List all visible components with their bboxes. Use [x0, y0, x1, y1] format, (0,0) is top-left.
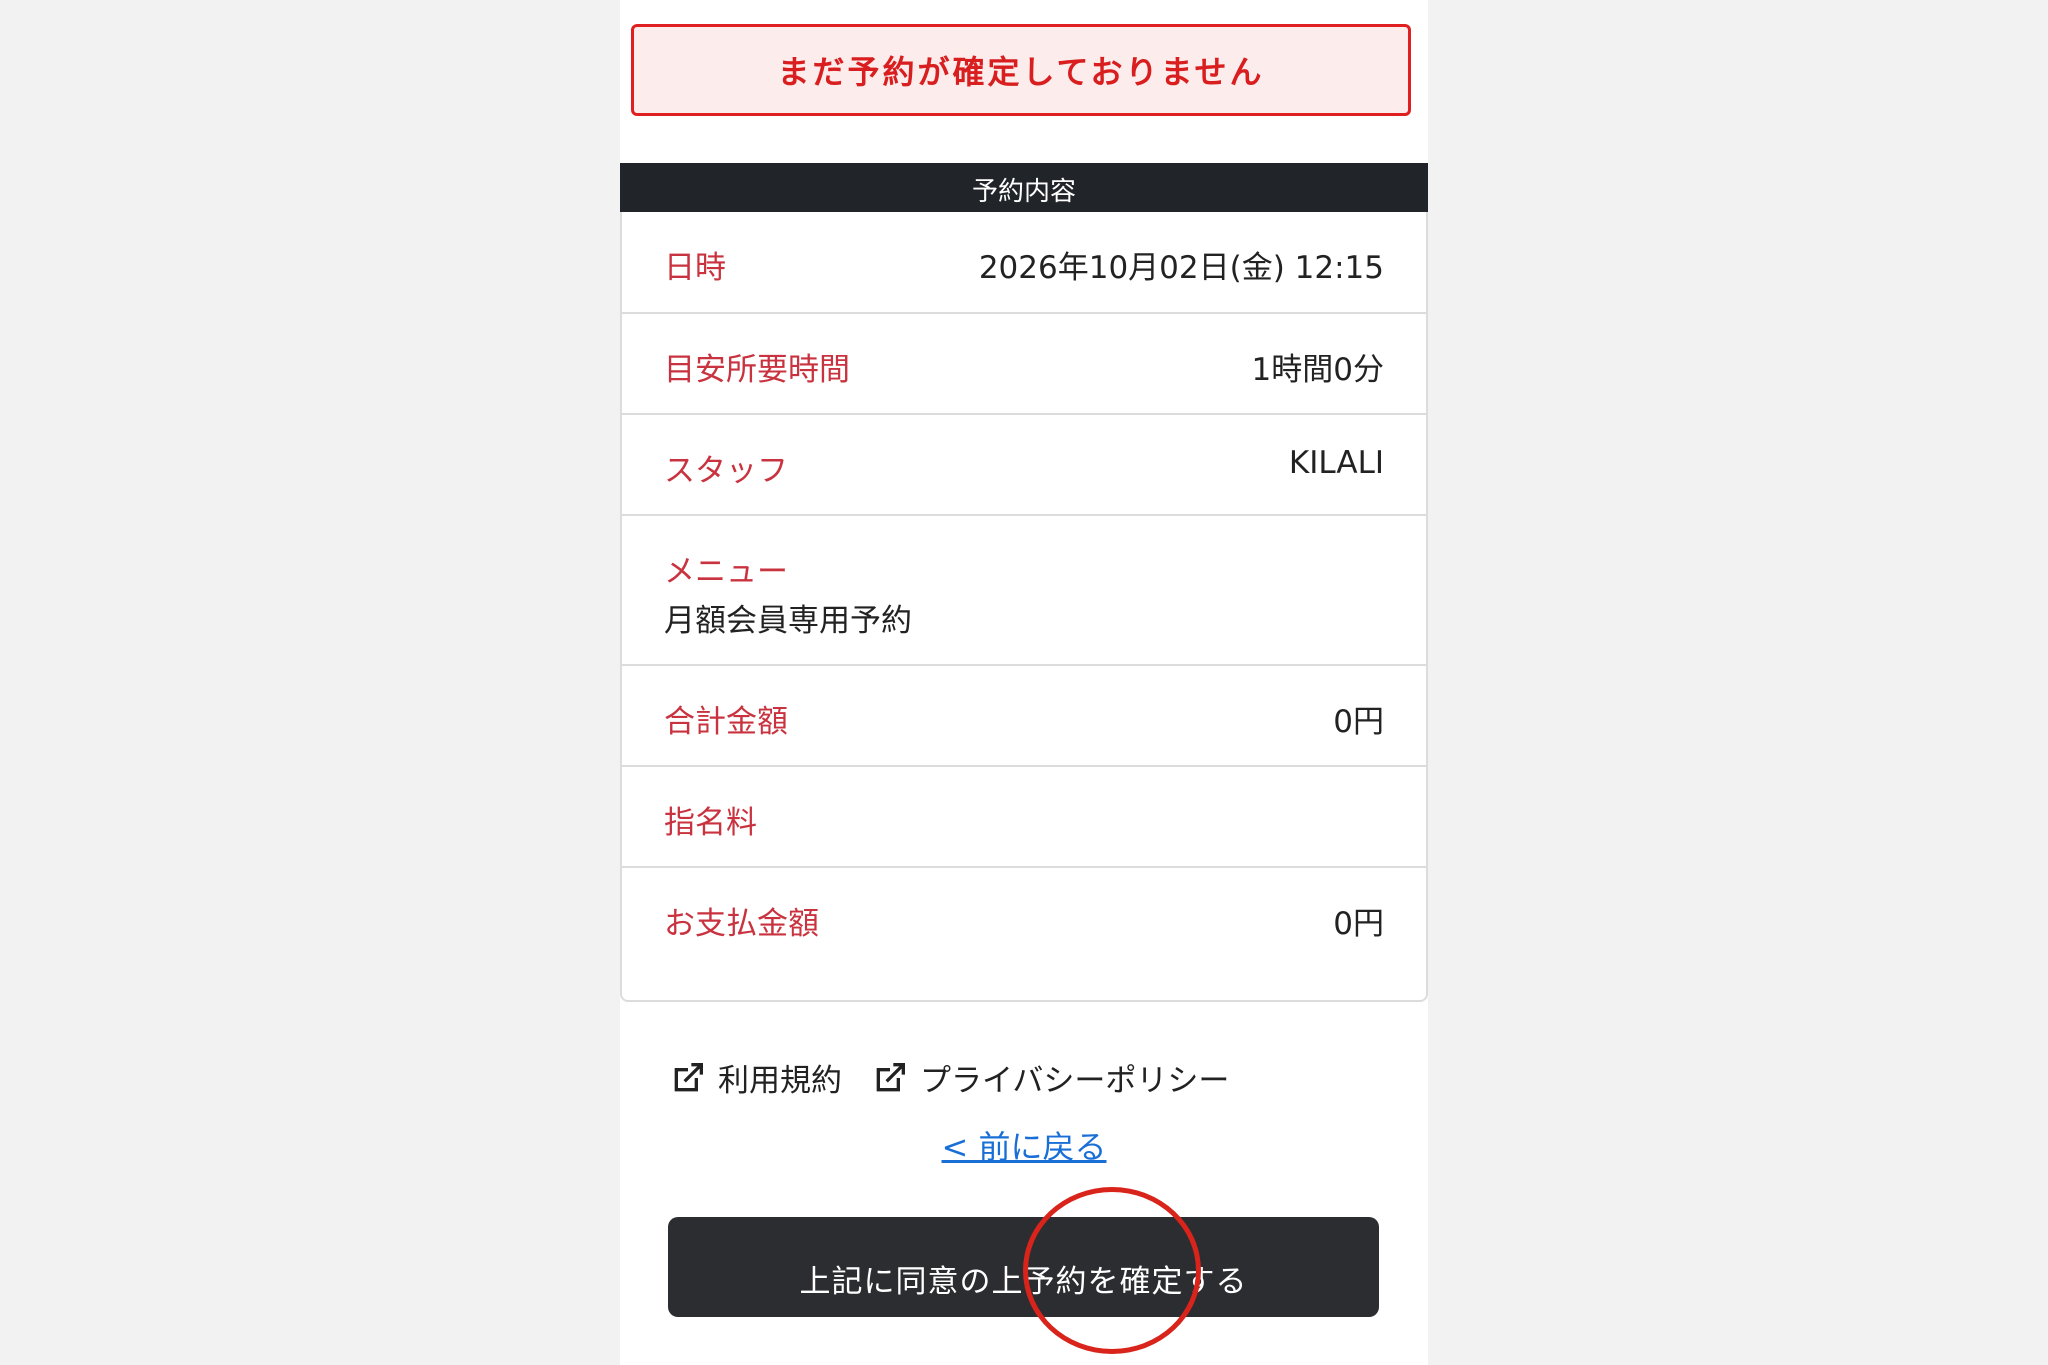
unconfirmed-alert: まだ予約が確定しておりません [631, 24, 1411, 116]
detail-row-payment: お支払金額 0円 [622, 868, 1426, 998]
reservation-page: まだ予約が確定しておりません 予約内容 日時 2026年10月02日(金) 12… [620, 0, 1428, 1365]
nomination-label: 指名料 [664, 805, 757, 841]
datetime-label: 日時 [664, 250, 726, 286]
external-link-icon [674, 1062, 703, 1091]
detail-row-staff: スタッフ KILALI [622, 415, 1426, 516]
total-value: 0円 [1333, 704, 1384, 740]
policy-links: 利用規約 プライバシーポリシー [668, 1055, 1257, 1100]
privacy-link[interactable]: プライバシーポリシー [870, 1055, 1229, 1100]
menu-label: メニュー [664, 554, 788, 590]
confirm-button-label: 上記に同意の上予約を確定する [799, 1263, 1248, 1300]
staff-value: KILALI [1288, 445, 1384, 481]
external-link-icon [876, 1062, 905, 1091]
detail-row-nomination: 指名料 [622, 767, 1426, 868]
confirm-reservation-button[interactable]: 上記に同意の上予約を確定する [668, 1217, 1379, 1317]
payment-label: お支払金額 [664, 906, 819, 942]
detail-row-total: 合計金額 0円 [622, 666, 1426, 767]
detail-row-duration: 目安所要時間 1時間0分 [622, 314, 1426, 415]
privacy-link-label: プライバシーポリシー [920, 1063, 1230, 1099]
staff-label: スタッフ [664, 453, 788, 489]
alert-text: まだ予約が確定しておりません [777, 53, 1265, 91]
terms-link[interactable]: 利用規約 [668, 1055, 842, 1100]
payment-value: 0円 [1333, 906, 1384, 942]
menu-value: 月額会員専用予約 [664, 603, 912, 639]
terms-link-label: 利用規約 [718, 1063, 842, 1099]
datetime-value: 2026年10月02日(金) 12:15 [978, 250, 1384, 286]
detail-row-datetime: 日時 2026年10月02日(金) 12:15 [622, 212, 1426, 314]
section-header: 予約内容 [620, 163, 1428, 212]
back-link[interactable]: < 前に戻る [942, 1128, 1107, 1166]
duration-label: 目安所要時間 [664, 352, 850, 388]
reservation-details-card: 日時 2026年10月02日(金) 12:15 目安所要時間 1時間0分 スタッ… [620, 212, 1428, 1002]
section-title: 予約内容 [971, 177, 1076, 207]
total-label: 合計金額 [664, 704, 788, 740]
detail-row-menu: メニュー 月額会員専用予約 [622, 516, 1426, 666]
back-link-container: < 前に戻る [620, 1122, 1428, 1168]
duration-value: 1時間0分 [1251, 352, 1384, 388]
